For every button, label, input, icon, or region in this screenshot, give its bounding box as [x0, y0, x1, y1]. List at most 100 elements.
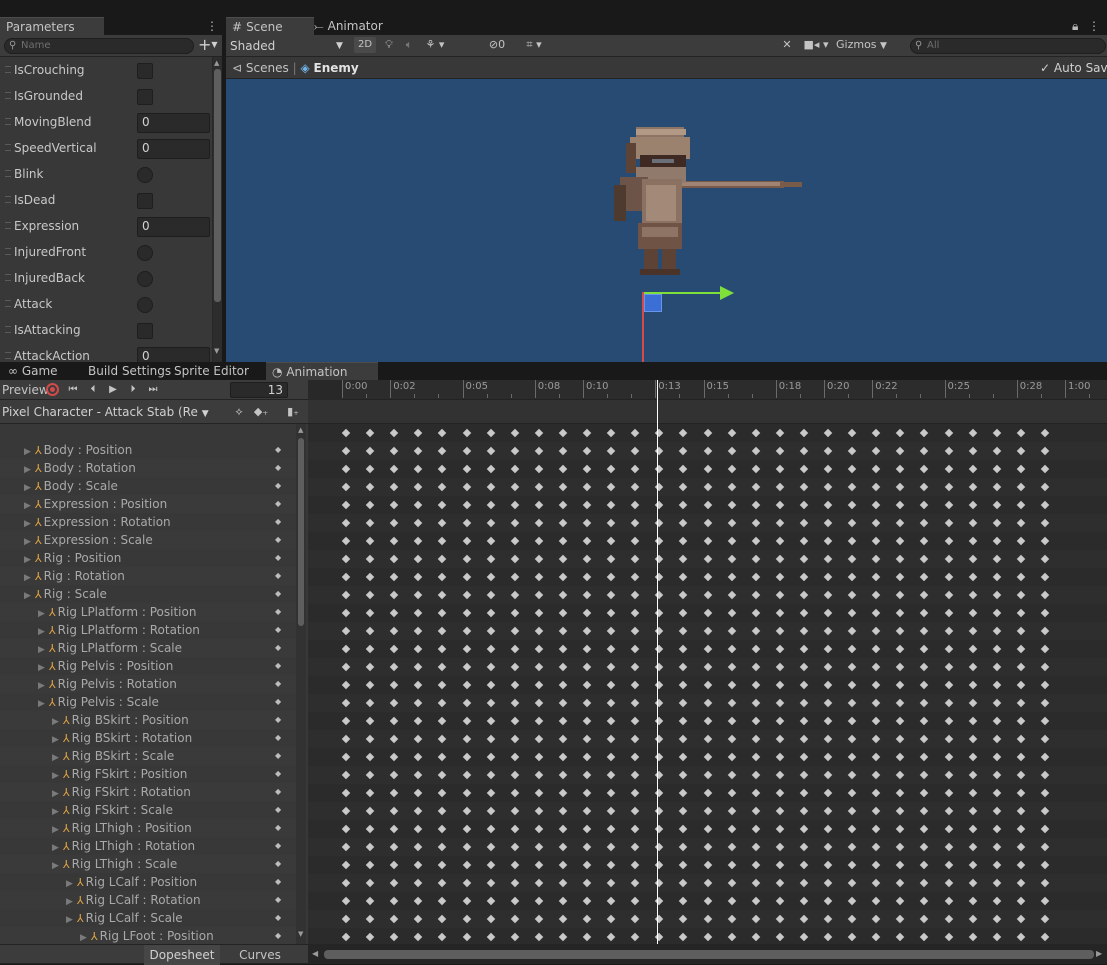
event-marker-icon[interactable]: ▮₊	[284, 404, 302, 420]
parameter-row[interactable]: InjuredFront	[0, 239, 212, 266]
drag-handle-icon[interactable]	[5, 196, 11, 203]
property-row[interactable]: ▶ ⅄ Rig LPlatform : Rotation ◆	[0, 621, 300, 639]
search-input[interactable]: ⚲ Name	[4, 38, 194, 54]
dopesheet-tab[interactable]: Dopesheet	[144, 945, 220, 965]
parameter-row[interactable]: IsCrouching	[0, 57, 212, 84]
record-button[interactable]	[46, 383, 59, 396]
breadcrumb-scenes[interactable]: Scenes	[246, 61, 289, 75]
property-row[interactable]: ▶ ⅄ Rig : Rotation ◆	[0, 567, 300, 585]
property-row[interactable]: ▶ ⅄ Expression : Scale ◆	[0, 531, 300, 549]
hidden-objects-toggle[interactable]: ⊘0	[482, 37, 512, 53]
add-parameter-button[interactable]: +▼	[198, 35, 220, 57]
expand-arrow-icon[interactable]: ▶	[24, 537, 31, 547]
keyframe-toggle-icon[interactable]: ◆	[275, 693, 281, 711]
shading-mode-dropdown[interactable]: Shaded ▼	[226, 37, 350, 55]
mode-2d-toggle[interactable]: 2D	[354, 37, 376, 53]
previous-keyframe-icon[interactable]: ⏴	[84, 382, 102, 398]
property-row[interactable]: ▶ ⅄ Rig LThigh : Rotation ◆	[0, 837, 300, 855]
property-row[interactable]: ▶ ⅄ Rig LCalf : Position ◆	[0, 873, 300, 891]
scroll-right-arrow-icon[interactable]: ▶	[1096, 949, 1102, 958]
event-lane[interactable]	[308, 400, 1107, 424]
keyframe-toggle-icon[interactable]: ◆	[275, 657, 281, 675]
drag-handle-icon[interactable]	[5, 170, 11, 177]
property-row[interactable]: ▶ ⅄ Rig LThigh : Position ◆	[0, 819, 300, 837]
keyframe-toggle-icon[interactable]: ◆	[275, 531, 281, 549]
property-row[interactable]: ▶ ⅄ Rig LPlatform : Scale ◆	[0, 639, 300, 657]
parameter-checkbox[interactable]	[137, 193, 153, 209]
keyframe-toggle-icon[interactable]: ◆	[275, 477, 281, 495]
tab-animation[interactable]: ◔ Animation	[266, 362, 378, 381]
property-row[interactable]: ▶ ⅄ Rig LCalf : Scale ◆	[0, 909, 300, 927]
parameter-row[interactable]: AttackAction 0	[0, 343, 212, 362]
auto-save-toggle[interactable]: ✓ Auto Save	[1040, 57, 1107, 79]
parameter-row[interactable]: Attack	[0, 291, 212, 318]
expand-arrow-icon[interactable]: ▶	[80, 933, 87, 943]
play-icon[interactable]: ▶	[104, 382, 122, 398]
keyframe-toggle-icon[interactable]: ◆	[275, 837, 281, 855]
expand-arrow-icon[interactable]: ▶	[24, 501, 31, 511]
expand-arrow-icon[interactable]: ▶	[24, 519, 31, 529]
property-scrollbar[interactable]: ▲ ▼	[296, 424, 306, 944]
drag-handle-icon[interactable]	[5, 66, 11, 73]
expand-arrow-icon[interactable]: ▶	[52, 771, 59, 781]
move-gizmo-plane-handle[interactable]	[644, 294, 662, 312]
property-row[interactable]: ▶ ⅄ Rig LCalf : Rotation ◆	[0, 891, 300, 909]
keyframe-toggle-icon[interactable]: ◆	[275, 891, 281, 909]
tab-sprite-editor[interactable]: Sprite Editor	[168, 362, 255, 380]
keyframe-toggle-icon[interactable]: ◆	[275, 873, 281, 891]
parameter-checkbox[interactable]	[137, 89, 153, 105]
keyframe-toggle-icon[interactable]: ◆	[275, 585, 281, 603]
back-icon[interactable]: ⊲	[232, 61, 242, 75]
expand-arrow-icon[interactable]: ▶	[52, 861, 59, 871]
parameter-value-field[interactable]: 0	[137, 139, 210, 159]
property-row[interactable]: ▶ ⅄ Rig BSkirt : Scale ◆	[0, 747, 300, 765]
keyframe-toggle-icon[interactable]: ◆	[275, 729, 281, 747]
curves-tab[interactable]: Curves	[222, 945, 298, 965]
expand-arrow-icon[interactable]: ▶	[52, 753, 59, 763]
tab-build-settings[interactable]: Build Settings	[82, 362, 177, 380]
preview-toggle[interactable]: Preview	[2, 380, 49, 400]
keyframe-toggle-icon[interactable]: ◆	[275, 855, 281, 873]
time-ruler[interactable]: 0:00 0:02 0:05 0:08 0:10 0:13 0:15 0:18 0:20 0:22…	[308, 380, 1107, 400]
drag-handle-icon[interactable]	[5, 352, 11, 359]
expand-arrow-icon[interactable]: ▶	[24, 555, 31, 565]
scroll-thumb[interactable]	[324, 950, 1094, 959]
property-row[interactable]: ▶ ⅄ Rig Pelvis : Rotation ◆	[0, 675, 300, 693]
scene-canvas[interactable]	[226, 79, 1107, 362]
drag-handle-icon[interactable]	[5, 274, 11, 281]
expand-arrow-icon[interactable]: ▶	[38, 609, 45, 619]
property-row[interactable]: ▶ ⅄ Rig LThigh : Scale ◆	[0, 855, 300, 873]
keyframe-toggle-icon[interactable]: ◆	[275, 603, 281, 621]
scroll-up-arrow-icon[interactable]: ▲	[298, 426, 303, 434]
expand-arrow-icon[interactable]: ▶	[52, 825, 59, 835]
property-row[interactable]: ▶ ⅄ Rig : Position ◆	[0, 549, 300, 567]
expand-arrow-icon[interactable]: ▶	[38, 681, 45, 691]
kebab-menu-icon[interactable]: ⋮	[1088, 17, 1100, 35]
parameter-row[interactable]: Blink	[0, 161, 212, 188]
expand-arrow-icon[interactable]: ▶	[52, 807, 59, 817]
kebab-menu-icon[interactable]: ⋮	[206, 17, 218, 35]
property-row[interactable]: ▶ ⅄ Rig BSkirt : Position ◆	[0, 711, 300, 729]
keyframe-toggle-icon[interactable]: ◆	[275, 549, 281, 567]
property-row[interactable]: ▶ ⅄ Expression : Rotation ◆	[0, 513, 300, 531]
last-keyframe-icon[interactable]: ⏭	[144, 382, 162, 398]
keyframe-toggle-icon[interactable]: ◆	[275, 495, 281, 513]
parameter-trigger[interactable]	[137, 167, 153, 183]
keyframe-toggle-icon[interactable]: ◆	[275, 567, 281, 585]
keyframe-toggle-icon[interactable]: ◆	[275, 513, 281, 531]
keyframe-toggle-icon[interactable]: ◆	[275, 765, 281, 783]
parameter-row[interactable]: MovingBlend 0	[0, 109, 212, 136]
parameters-scrollbar[interactable]: ▲ ▼	[213, 57, 222, 362]
parameter-checkbox[interactable]	[137, 323, 153, 339]
property-row[interactable]: ▶ ⅄ Rig : Scale ◆	[0, 585, 300, 603]
parameter-value-field[interactable]: 0	[137, 217, 210, 237]
scroll-left-arrow-icon[interactable]: ◀	[312, 949, 318, 958]
parameter-value-field[interactable]: 0	[137, 113, 210, 133]
add-keyframe-icon[interactable]: ⟡	[230, 404, 248, 420]
scroll-up-arrow-icon[interactable]: ▲	[214, 59, 219, 67]
drag-handle-icon[interactable]	[5, 326, 11, 333]
audio-toggle-icon[interactable]: 🔈︎	[400, 37, 418, 53]
expand-arrow-icon[interactable]: ▶	[24, 483, 31, 493]
lighting-toggle-icon[interactable]: 💡︎	[380, 37, 398, 53]
scene-search-input[interactable]: ⚲ All	[910, 38, 1106, 54]
